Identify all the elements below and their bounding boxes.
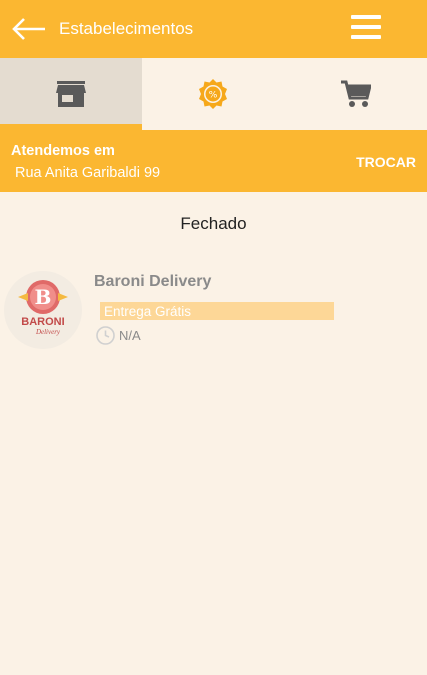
- back-button[interactable]: [10, 14, 48, 44]
- tab-bar: %: [0, 58, 427, 130]
- store-logo: B BARONI Delivery: [4, 271, 82, 349]
- shopping-cart-icon: [340, 80, 371, 107]
- logo-text: BARONI: [21, 316, 64, 328]
- logo-subtext: Delivery: [35, 328, 61, 336]
- menu-button[interactable]: [351, 15, 381, 43]
- hamburger-menu-icon: [351, 15, 381, 39]
- store-item[interactable]: B BARONI Delivery Baroni Delivery Entreg…: [0, 262, 427, 354]
- svg-text:%: %: [209, 91, 218, 101]
- discount-badge-icon: %: [199, 79, 228, 109]
- delivery-address-bar: Atendemos em Rua Anita Garibaldi 99 TROC…: [0, 130, 427, 192]
- arrow-left-icon: [12, 18, 45, 40]
- store-name: Baroni Delivery: [94, 273, 212, 290]
- free-delivery-badge: Entrega Grátis: [100, 302, 334, 320]
- app-bar: Estabelecimentos: [0, 0, 427, 58]
- change-address-button[interactable]: TROCAR: [356, 154, 416, 170]
- store-icon: [56, 81, 87, 107]
- store-hours: N/A: [96, 326, 141, 345]
- tab-cart[interactable]: [285, 58, 427, 130]
- logo-letter: B: [35, 285, 52, 309]
- clock-icon: [96, 326, 115, 345]
- address-street: Rua Anita Garibaldi 99: [15, 165, 161, 181]
- hours-text: N/A: [119, 328, 141, 343]
- tab-promotions[interactable]: %: [142, 58, 284, 130]
- page-title: Estabelecimentos: [59, 19, 194, 38]
- store-status: Fechado: [180, 214, 247, 233]
- address-label: Atendemos em: [11, 143, 115, 159]
- tab-stores[interactable]: [0, 58, 143, 130]
